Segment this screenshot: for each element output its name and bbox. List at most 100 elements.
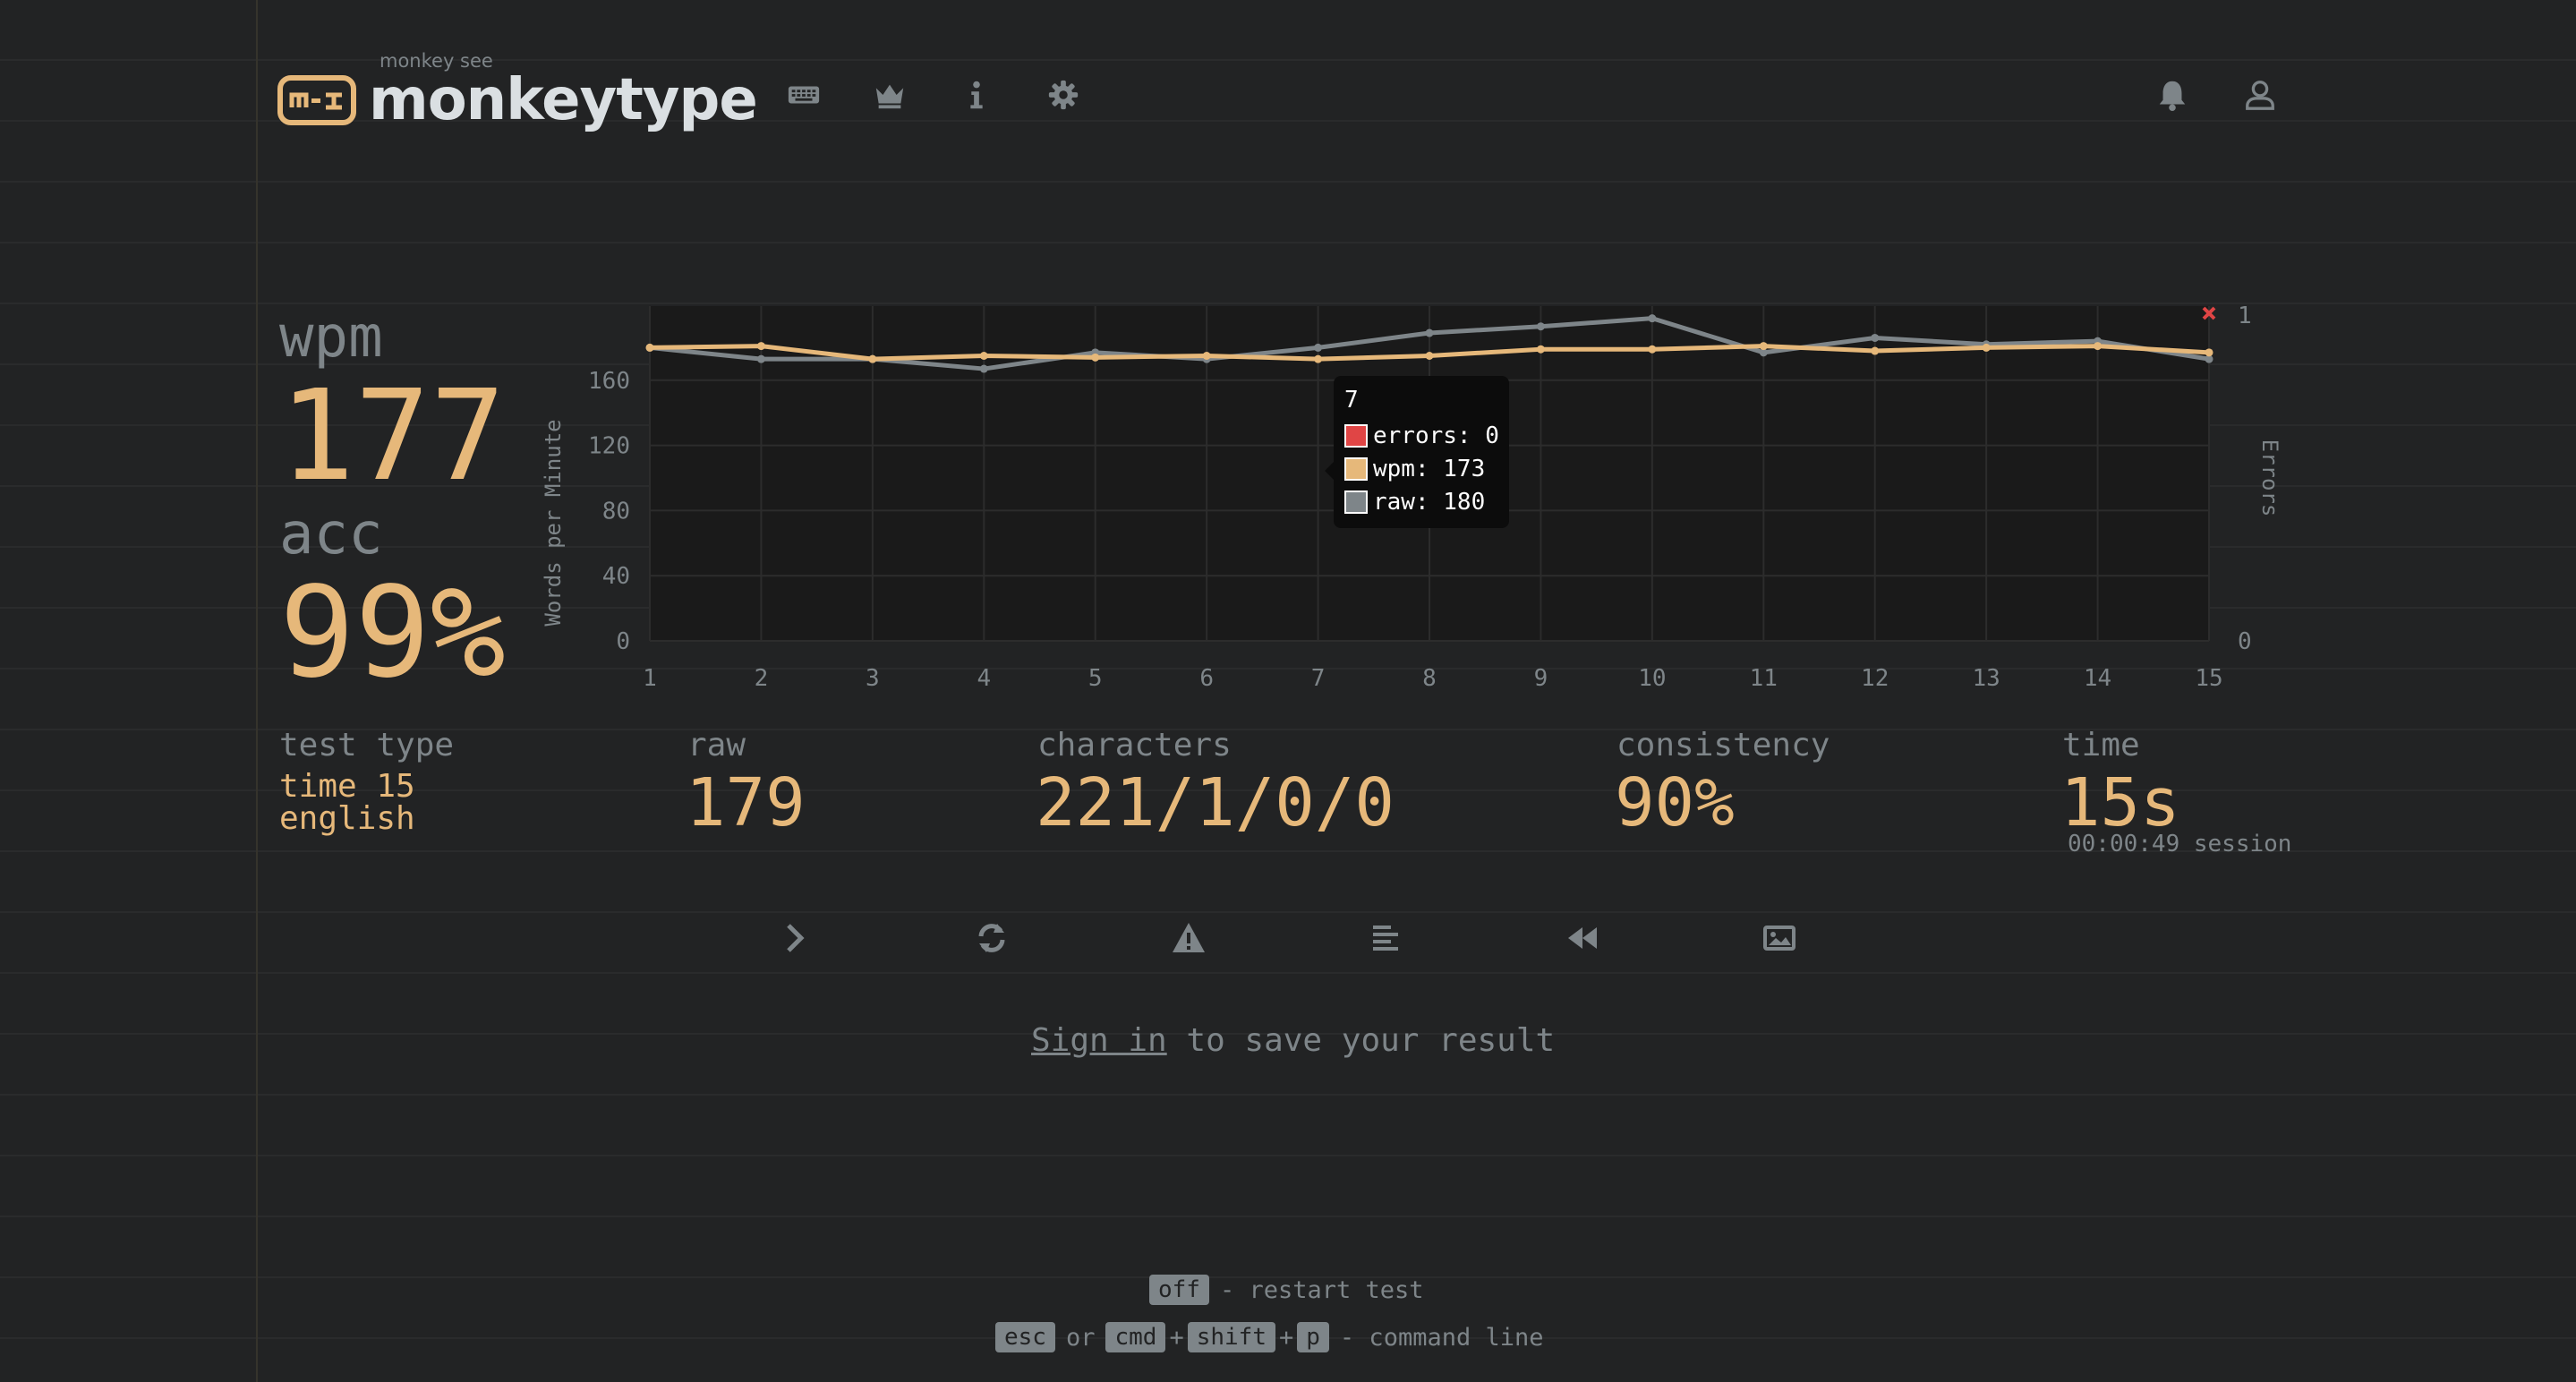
replay-button[interactable] — [1563, 918, 1602, 958]
wpm-point — [979, 352, 988, 360]
wpm-point — [1314, 354, 1323, 363]
y2-tick-label: 0 — [2238, 628, 2252, 655]
logo[interactable]: monkey see monkeytype — [277, 50, 758, 133]
words-history-button[interactable] — [1366, 918, 1405, 958]
report-button[interactable] — [1169, 918, 1208, 958]
raw-point — [1648, 314, 1657, 323]
tooltip-row-errors: errors: 0 — [1344, 422, 1499, 449]
signin-link[interactable]: Sign in — [1031, 1022, 1167, 1059]
raw-point — [1314, 343, 1323, 352]
wpm-point — [1091, 353, 1100, 362]
left-edge-divider — [256, 0, 258, 1382]
x-tick-label: 3 — [866, 665, 880, 692]
raw-point — [756, 354, 765, 363]
or-text: or — [1065, 1323, 1096, 1352]
next-test-button[interactable] — [775, 918, 815, 958]
bell-icon[interactable] — [2153, 75, 2192, 115]
x-tick-label: 14 — [2084, 665, 2111, 692]
tooltip-raw: raw: 180 — [1373, 489, 1486, 516]
x-tick-label: 5 — [1088, 665, 1103, 692]
wpm-value: 177 — [279, 363, 506, 509]
x-tick-label: 9 — [1534, 665, 1548, 692]
tooltip-row-raw: raw: 180 — [1344, 489, 1485, 516]
x-tick-label: 10 — [1638, 665, 1666, 692]
plus-text: + — [1169, 1323, 1184, 1352]
footer-restart-hint: off - restart test — [1149, 1275, 1435, 1305]
tooltip-wpm: wpm: 173 — [1373, 456, 1486, 482]
footer-command-hint: esc or cmd + shift + p - command line — [995, 1322, 1555, 1352]
wpm-point — [1982, 343, 1991, 352]
y-tick-label: 120 — [588, 433, 630, 460]
p-key: p — [1297, 1322, 1329, 1352]
chart-tooltip: 7 errors: 0 wpm: 173 raw: 180 — [1334, 376, 1509, 528]
wpm-point — [756, 342, 765, 351]
backward-icon — [1568, 927, 1597, 949]
test-type-label: test type — [279, 727, 455, 764]
restart-hint-text: - restart test — [1219, 1275, 1424, 1304]
wpm-label: wpm — [279, 304, 383, 371]
keyboard-icon[interactable] — [784, 75, 823, 115]
logo-subtitle: monkey see — [380, 50, 493, 72]
x-tick-label: 8 — [1422, 665, 1437, 692]
consistency-label: consistency — [1616, 727, 1830, 764]
gear-icon[interactable] — [1044, 75, 1083, 115]
consistency-value: 90% — [1615, 764, 1735, 841]
wpm-point — [645, 343, 654, 352]
wpm-point — [1759, 342, 1768, 351]
wpm-point — [1425, 352, 1434, 360]
x-tick-label: 13 — [1972, 665, 2000, 692]
signin-prompt: Sign in to save your result — [1031, 1022, 1555, 1059]
test-type-language[interactable]: english — [279, 800, 415, 837]
wpm-point — [2205, 348, 2213, 357]
y-tick-label: 160 — [588, 368, 630, 395]
restart-test-button[interactable] — [972, 918, 1011, 958]
tooltip-errors: errors: 0 — [1373, 422, 1499, 449]
x-tick-label: 15 — [2195, 665, 2222, 692]
esc-key: esc — [995, 1322, 1055, 1352]
raw-value: 179 — [686, 764, 806, 841]
test-type-mode[interactable]: time 15 — [279, 768, 415, 805]
raw-point — [1871, 333, 1880, 342]
x-tick-label: 4 — [977, 665, 991, 692]
signin-text: to save your result — [1166, 1022, 1556, 1059]
y-axis-title: Words per Minute — [541, 419, 566, 626]
align-left-icon — [1373, 926, 1398, 951]
info-icon[interactable] — [957, 75, 996, 115]
wpm-point — [1871, 346, 1880, 355]
x-tick-label: 2 — [755, 665, 769, 692]
restart-icon — [978, 924, 1005, 952]
command-hint-text: - command line — [1339, 1323, 1544, 1352]
logo-title: monkeytype — [369, 67, 758, 133]
raw-point — [1536, 322, 1545, 331]
y-tick-label: 80 — [602, 498, 630, 525]
wpm-swatch — [1344, 457, 1368, 481]
screenshot-button[interactable] — [1760, 918, 1799, 958]
shift-key: shift — [1187, 1322, 1275, 1352]
session-time: 00:00:49 session — [2068, 831, 2292, 857]
y-tick-label: 40 — [602, 563, 630, 590]
raw-swatch — [1344, 491, 1368, 514]
raw-point — [979, 364, 988, 373]
plus-text-2: + — [1279, 1323, 1294, 1352]
wpm-point — [1648, 345, 1657, 354]
errors-swatch — [1344, 424, 1368, 448]
acc-value: 99% — [279, 560, 506, 706]
crown-icon[interactable] — [870, 75, 909, 115]
wpm-point — [2094, 342, 2103, 351]
tooltip-title: 7 — [1344, 387, 1359, 414]
acc-label: acc — [279, 501, 383, 567]
time-value: 15s — [2060, 764, 2180, 841]
y-tick-label: 0 — [616, 628, 630, 655]
off-key: off — [1149, 1275, 1209, 1305]
wpm-point — [1202, 352, 1211, 360]
x-tick-label: 7 — [1311, 665, 1326, 692]
y2-tick-label: 1 — [2238, 303, 2252, 329]
cmd-key: cmd — [1105, 1322, 1166, 1352]
user-icon[interactable] — [2240, 75, 2280, 115]
wpm-point — [868, 354, 877, 363]
raw-label: raw — [687, 727, 746, 764]
warning-icon — [1173, 923, 1205, 952]
monkeytype-logo-icon — [277, 75, 356, 125]
x-tick-label: 12 — [1861, 665, 1889, 692]
x-tick-label: 1 — [643, 665, 657, 692]
